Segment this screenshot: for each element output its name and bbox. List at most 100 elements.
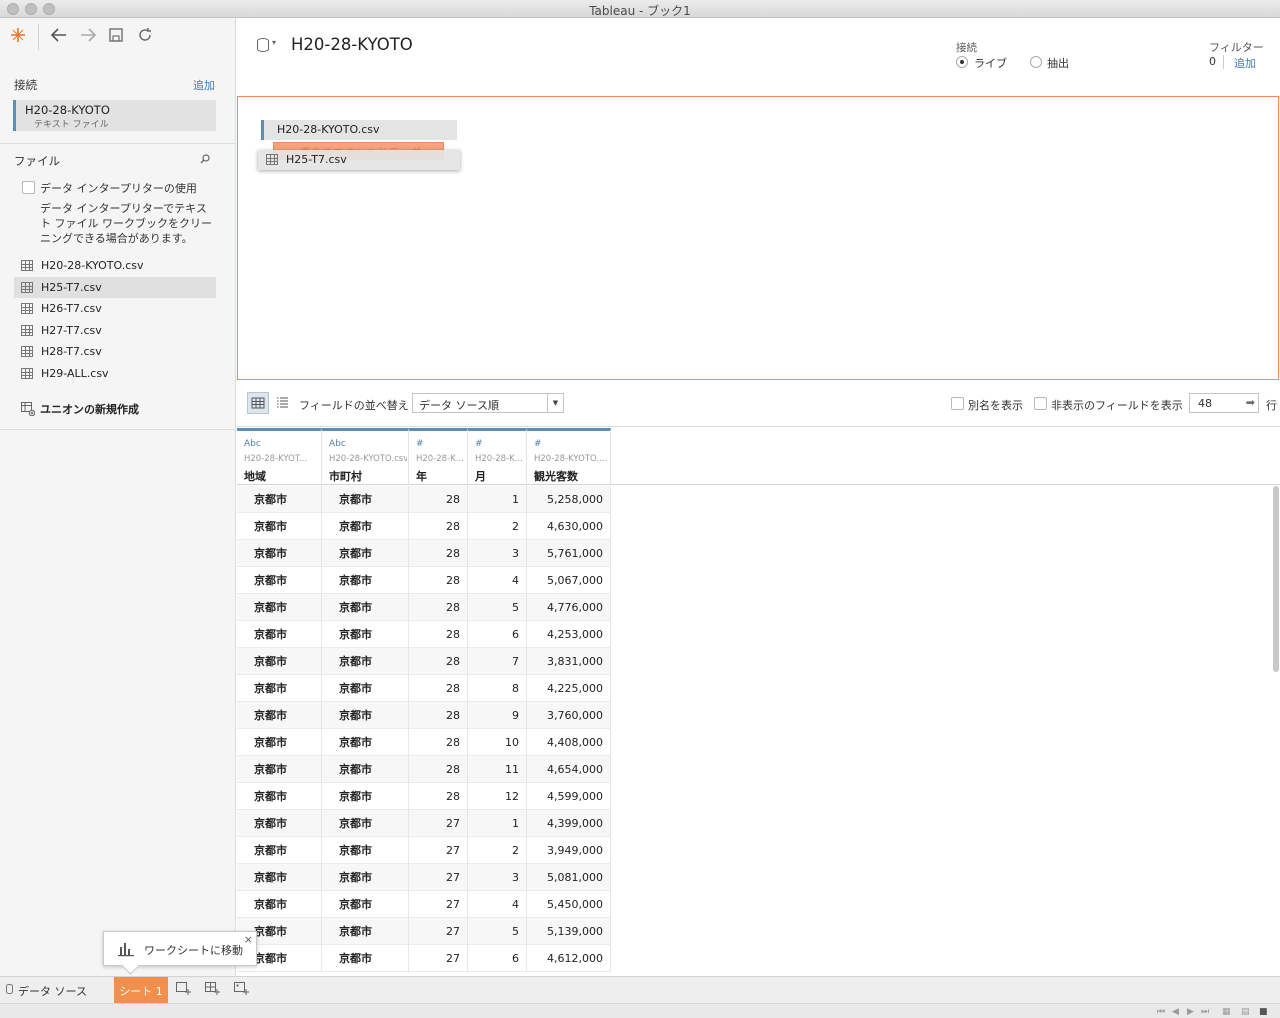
show-hidden-fields-checkbox[interactable] [1034, 397, 1047, 410]
live-radio-label[interactable]: ライブ [974, 55, 1007, 71]
table-row: 京都市 京都市 27 6 4,612,000 [237, 945, 611, 972]
union-icon [21, 402, 36, 419]
table-cell: 4 [468, 891, 527, 918]
go-to-worksheet-label: ワークシートに移動 [144, 944, 243, 957]
file-item[interactable]: H20-28-KYOTO.csv [14, 255, 216, 276]
column-header[interactable]: # H20-28-K... 年 [409, 428, 468, 485]
table-cell: 28 [409, 486, 468, 513]
database-icon[interactable] [257, 38, 269, 52]
file-item[interactable]: H26-T7.csv [14, 298, 216, 319]
table-cell: 京都市 [322, 756, 409, 783]
file-name: H25-T7.csv [41, 280, 102, 294]
table-cell: 3 [468, 864, 527, 891]
datasource-header: ▾ H20-28-KYOTO 接続 ライブ 抽出 フィルター 0 追加 [237, 18, 1280, 96]
search-icon[interactable] [200, 154, 210, 167]
chevron-down-icon[interactable]: ▾ [272, 38, 276, 47]
filmstrip-icon[interactable]: ▤ [1241, 1007, 1250, 1017]
table-row: 京都市 京都市 28 2 4,630,000 [237, 513, 611, 540]
first-sheet-icon[interactable]: ⏮ [1157, 1007, 1165, 1017]
list-view-button[interactable] [272, 392, 294, 414]
table-pill[interactable]: H20-28-KYOTO.csv [261, 120, 457, 140]
prev-sheet-icon[interactable]: ◀ [1172, 1007, 1179, 1017]
show-aliases-label[interactable]: 別名を表示 [968, 397, 1023, 413]
tabs-view-icon[interactable]: ■ [1259, 1007, 1268, 1017]
refresh-icon[interactable] [135, 26, 155, 46]
column-type: # [475, 439, 483, 449]
arrow-right-icon[interactable]: ➡ [1246, 396, 1255, 409]
new-worksheet-icon[interactable] [173, 980, 193, 1000]
back-arrow-icon[interactable] [49, 26, 69, 46]
sidebar-divider [0, 143, 236, 144]
table-cell: 3,949,000 [527, 837, 611, 864]
tab-datasource[interactable]: データ ソース [0, 977, 113, 1004]
table-row: 京都市 京都市 28 11 4,654,000 [237, 756, 611, 783]
column-source: H20-28-KYOT... [244, 454, 308, 464]
data-interpreter-checkbox[interactable] [22, 181, 35, 194]
forward-arrow-icon[interactable] [78, 26, 98, 46]
datasource-title[interactable]: H20-28-KYOTO [291, 35, 413, 54]
table-cell: 京都市 [322, 837, 409, 864]
row-count-unit: 行 [1266, 399, 1277, 412]
new-story-icon[interactable] [231, 980, 251, 1000]
column-header[interactable]: Abc H20-28-KYOT... 地域 [237, 428, 322, 485]
next-sheet-icon[interactable]: ▶ [1187, 1007, 1194, 1017]
show-aliases-checkbox[interactable] [951, 397, 964, 410]
table-cell: 京都市 [237, 567, 322, 594]
table-cell: 5,450,000 [527, 891, 611, 918]
extract-radio-label[interactable]: 抽出 [1047, 55, 1069, 71]
tableau-logo-icon[interactable] [8, 26, 28, 46]
column-header[interactable]: # H20-28-KYOTO.... 観光客数 [527, 428, 611, 485]
table-cell: 京都市 [322, 891, 409, 918]
table-row: 京都市 京都市 28 3 5,761,000 [237, 540, 611, 567]
bar-chart-icon [118, 941, 134, 957]
file-item[interactable]: H29-ALL.csv [14, 363, 216, 384]
table-cell: 京都市 [237, 837, 322, 864]
save-icon[interactable] [106, 26, 126, 46]
extract-radio[interactable] [1030, 56, 1042, 68]
last-sheet-icon[interactable]: ⏭ [1201, 1007, 1209, 1017]
toolbar-separator [38, 24, 39, 50]
table-cell: 4,630,000 [527, 513, 611, 540]
sheet-tabbar: データ ソース シート 1 [0, 976, 1280, 1004]
table-cell: 11 [468, 756, 527, 783]
vertical-scrollbar[interactable] [1273, 486, 1279, 672]
database-icon [6, 984, 13, 994]
join-canvas[interactable]: H20-28-KYOTO.csv 表をユニオンへドラッグ H25-T7.csv [237, 96, 1279, 380]
table-row: 京都市 京都市 28 8 4,225,000 [237, 675, 611, 702]
table-icon [266, 154, 278, 165]
table-cell: 京都市 [322, 729, 409, 756]
dragging-table-pill[interactable]: H25-T7.csv [258, 150, 460, 170]
table-cell: 4,399,000 [527, 810, 611, 837]
table-cell: 27 [409, 837, 468, 864]
column-name: 市町村 [329, 470, 362, 483]
sort-fields-select[interactable]: データ ソース順 ▼ [412, 393, 564, 413]
column-header[interactable]: Abc H20-28-KYOTO.csv 市町村 [322, 428, 409, 485]
new-union-button[interactable]: ユニオンの新規作成 [14, 399, 216, 419]
table-cell: 京都市 [322, 594, 409, 621]
show-hidden-fields-label[interactable]: 非表示のフィールドを表示 [1051, 397, 1183, 413]
table-cell: 京都市 [237, 648, 322, 675]
file-name: H20-28-KYOTO.csv [41, 259, 144, 272]
add-filter-link[interactable]: 追加 [1234, 55, 1256, 71]
table-cell: 8 [468, 675, 527, 702]
file-item[interactable]: H28-T7.csv [14, 341, 216, 362]
file-item[interactable]: H27-T7.csv [14, 320, 216, 341]
table-cell: 京都市 [322, 513, 409, 540]
row-count-input[interactable]: 48 ➡ [1189, 393, 1259, 413]
go-to-worksheet-tooltip[interactable]: ワークシートに移動 × [103, 931, 257, 966]
sheet-sorter-icon[interactable]: ▦ [1222, 1007, 1231, 1017]
new-dashboard-icon[interactable] [202, 980, 222, 1000]
tab-sheet-1[interactable]: シート 1 [114, 977, 168, 1004]
live-radio[interactable] [956, 56, 968, 68]
column-header[interactable]: # H20-28-K... 月 [468, 428, 527, 485]
table-cell: 28 [409, 702, 468, 729]
data-interpreter-description: データ インタープリターでテキスト ファイル ワークブックをクリーニングできる場… [40, 202, 212, 245]
add-connection-link[interactable]: 追加 [193, 77, 215, 93]
file-item[interactable]: H25-T7.csv [14, 276, 216, 298]
table-row: 京都市 京都市 28 5 4,776,000 [237, 594, 611, 621]
table-cell: 京都市 [237, 729, 322, 756]
connection-item[interactable]: H20-28-KYOTO テキスト ファイル [13, 100, 216, 131]
grid-view-button[interactable] [247, 392, 269, 414]
close-icon[interactable]: × [244, 933, 253, 946]
table-cell: 27 [409, 945, 468, 972]
